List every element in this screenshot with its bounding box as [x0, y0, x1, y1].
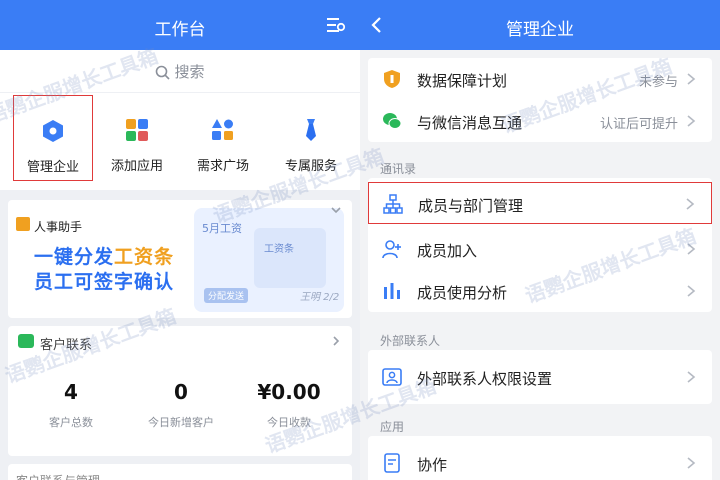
- document-icon: [384, 453, 400, 473]
- illustration-pill: 分配发送: [204, 288, 249, 303]
- banner-tag: 人事助手: [34, 220, 83, 234]
- member-department-row[interactable]: 成员与部门管理: [368, 182, 712, 224]
- search-bar[interactable]: 搜索: [0, 50, 360, 92]
- page-title: 管理企业: [506, 20, 574, 40]
- bar-chart-icon: [384, 283, 400, 299]
- section-external-contacts: 外部联系人: [380, 334, 441, 348]
- app-label: 添加应用: [110, 159, 163, 174]
- chevron-right-icon: [687, 371, 696, 383]
- chevron-right-icon: [687, 73, 696, 85]
- member-usage-row[interactable]: 成员使用分析: [368, 270, 712, 312]
- search-placeholder: 搜索: [174, 63, 205, 81]
- contact-card-icon: [382, 368, 402, 386]
- search-icon: [156, 65, 171, 80]
- section-contacts: 通讯录: [380, 162, 417, 176]
- data-protection-row[interactable]: 数据保障计划 未参与: [368, 58, 712, 100]
- enterprise-settings-card: 数据保障计划 未参与 与微信消息互通 认证后可提升: [368, 58, 712, 142]
- stat-total-customers: 4 客户总数: [49, 380, 93, 429]
- external-permission-row[interactable]: 外部联系人权限设置: [368, 356, 712, 398]
- app-label: 专属服务: [284, 159, 337, 174]
- manage-enterprise-header: 管理企业: [360, 0, 720, 50]
- contacts-card: 成员与部门管理 成员加入 成员使用分析: [368, 178, 712, 312]
- external-contacts-card: 外部联系人权限设置: [368, 350, 712, 404]
- hexagon-icon: [43, 120, 63, 142]
- chevron-right-icon: [687, 243, 696, 255]
- shapes-icon: [212, 119, 233, 140]
- chevron-right-icon: [687, 115, 696, 127]
- wechat-interop-row[interactable]: 与微信消息互通 认证后可提升: [368, 100, 712, 142]
- workbench-header: 工作台: [0, 0, 360, 50]
- wechat-icon: [383, 113, 402, 129]
- settings-sliders-icon[interactable]: [326, 16, 346, 34]
- section-apps: 应用: [380, 420, 405, 434]
- chevron-right-icon: [333, 336, 340, 346]
- add-app-button[interactable]: 添加应用: [92, 93, 182, 191]
- chevron-right-icon: [687, 285, 696, 297]
- exclusive-service-button[interactable]: 专属服务: [266, 93, 356, 191]
- shield-icon: [384, 70, 400, 88]
- chevron-right-icon: [687, 457, 696, 469]
- stat-new-customers: 0 今日新增客户: [148, 380, 214, 429]
- demand-square-button[interactable]: 需求广场: [178, 93, 268, 191]
- app-label: 需求广场: [196, 159, 249, 174]
- workbench-panel: 工作台 搜索 管理企业 添加应用 需求广场 专属服务 人事助手 一键分发工资条 …: [0, 0, 360, 480]
- customer-contact-title: 客户联系: [40, 338, 93, 353]
- apps-card: 协作: [368, 436, 712, 480]
- manage-enterprise-panel: 管理企业 数据保障计划 未参与 与微信消息互通 认证后可提升 通讯录 成员与部门…: [360, 0, 720, 480]
- page-title: 工作台: [154, 20, 206, 40]
- illustration-card-title: 工资条: [264, 244, 294, 255]
- app-grid-icon: [126, 119, 148, 141]
- person-badge-icon: [16, 217, 30, 231]
- illustration-month: 5月工资: [202, 222, 242, 235]
- payroll-banner[interactable]: 人事助手 一键分发工资条 员工可签字确认 5月工资 工资条 分配发送 王明 2/…: [8, 200, 352, 318]
- manage-enterprise-button[interactable]: 管理企业: [13, 95, 93, 181]
- add-user-icon: [382, 240, 401, 259]
- stat-today-revenue: ¥0.00 今日收款: [257, 380, 321, 429]
- chevron-right-icon: [686, 198, 695, 210]
- app-label: 管理企业: [26, 160, 79, 175]
- chevron-down-icon[interactable]: [330, 204, 342, 216]
- tie-icon: [306, 119, 316, 141]
- illustration-signature: 王明 2/2: [300, 292, 340, 303]
- org-chart-icon: [383, 194, 403, 214]
- collaboration-row[interactable]: 协作: [368, 442, 712, 480]
- app-grid: 管理企业 添加应用 需求广场 专属服务: [0, 92, 360, 190]
- chat-icon: [18, 334, 34, 348]
- member-join-row[interactable]: 成员加入: [368, 228, 712, 270]
- customer-management-card[interactable]: 客户联系与管理: [8, 464, 352, 480]
- illustration-card: [254, 228, 326, 288]
- banner-subline: 员工可签字确认: [34, 271, 175, 293]
- customer-management-title: 客户联系与管理: [16, 472, 100, 480]
- banner-headline: 一键分发工资条: [34, 246, 175, 268]
- customer-contact-card[interactable]: 客户联系 4 客户总数 0 今日新增客户 ¥0.00 今日收款: [8, 326, 352, 456]
